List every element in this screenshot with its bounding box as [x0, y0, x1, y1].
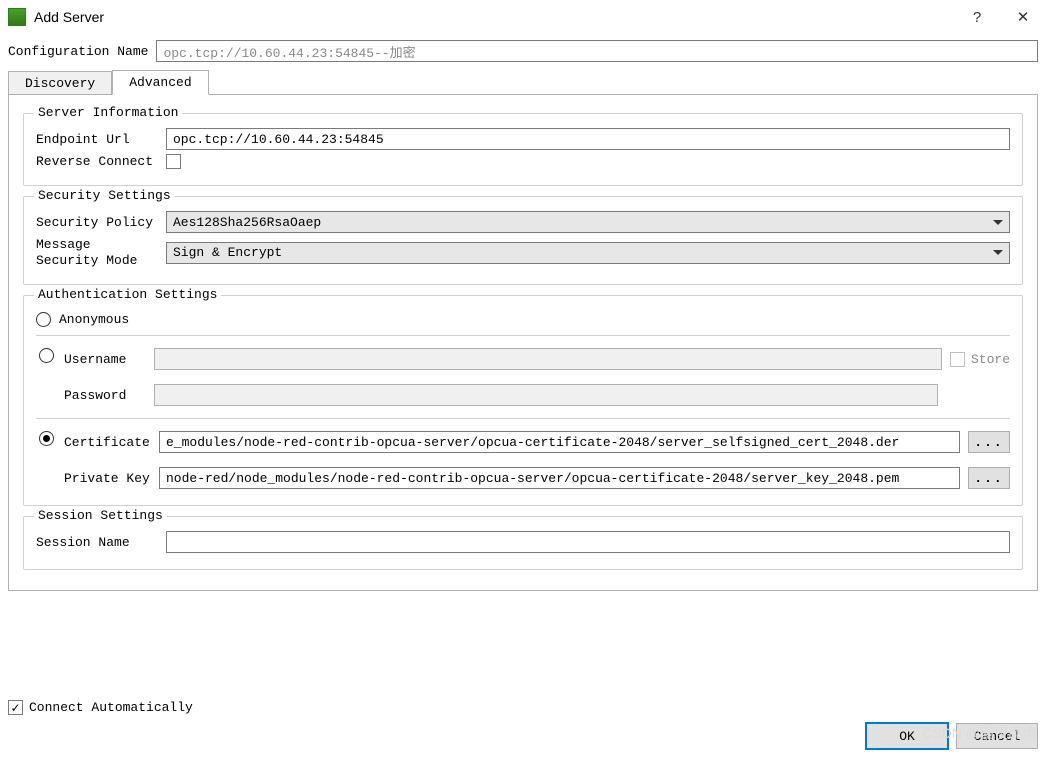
chevron-down-icon: [993, 250, 1003, 255]
auth-certificate-section: Certificate ... Private Key ...: [36, 427, 1010, 493]
auth-certificate-radio[interactable]: [39, 431, 54, 446]
group-server-information-title: Server Information: [34, 105, 182, 120]
session-name-label: Session Name: [36, 535, 166, 550]
security-mode-label: Message Security Mode: [36, 237, 166, 268]
certificate-label: Certificate: [64, 435, 159, 450]
password-input[interactable]: [154, 384, 938, 406]
separator: [36, 418, 1010, 419]
tabs: Discovery Advanced: [0, 70, 1046, 95]
connect-automatically-row[interactable]: Connect Automatically: [8, 700, 1038, 715]
endpoint-url-input[interactable]: [166, 128, 1010, 150]
group-authentication-settings: Authentication Settings Anonymous Userna…: [23, 295, 1023, 506]
tab-advanced[interactable]: Advanced: [112, 70, 208, 95]
tab-pane-advanced: Server Information Endpoint Url Reverse …: [8, 94, 1038, 591]
auth-anonymous-row[interactable]: Anonymous: [36, 312, 1010, 327]
store-checkbox[interactable]: [950, 352, 965, 367]
group-server-information: Server Information Endpoint Url Reverse …: [23, 113, 1023, 186]
configuration-name-row: Configuration Name: [0, 34, 1046, 70]
auth-username-radio[interactable]: [39, 348, 54, 363]
password-label: Password: [64, 388, 154, 403]
security-policy-value: Aes128Sha256RsaOaep: [173, 215, 987, 230]
group-session-settings: Session Settings Session Name: [23, 516, 1023, 570]
reverse-connect-checkbox[interactable]: [166, 154, 181, 169]
separator: [36, 335, 1010, 336]
security-mode-combo[interactable]: Sign & Encrypt: [166, 242, 1010, 264]
dialog-button-row: OK Cancel: [8, 723, 1038, 749]
reverse-connect-label: Reverse Connect: [36, 154, 166, 169]
titlebar-buttons: ? ✕: [954, 0, 1046, 34]
username-input[interactable]: [154, 348, 942, 370]
close-button[interactable]: ✕: [1000, 0, 1046, 34]
auth-anonymous-radio[interactable]: [36, 312, 51, 327]
session-name-input[interactable]: [166, 531, 1010, 553]
configuration-name-input[interactable]: [156, 40, 1038, 62]
security-policy-label: Security Policy: [36, 215, 166, 230]
tab-discovery[interactable]: Discovery: [8, 71, 112, 95]
connect-automatically-checkbox[interactable]: [8, 700, 23, 715]
certificate-browse-button[interactable]: ...: [968, 431, 1010, 453]
store-checkbox-row: Store: [950, 352, 1010, 367]
certificate-input[interactable]: [159, 431, 960, 453]
bottom-bar: Connect Automatically OK Cancel: [0, 692, 1046, 761]
endpoint-url-label: Endpoint Url: [36, 132, 166, 147]
configuration-name-label: Configuration Name: [8, 44, 148, 59]
chevron-down-icon: [993, 220, 1003, 225]
ok-button[interactable]: OK: [866, 723, 948, 749]
store-label: Store: [971, 352, 1010, 367]
connect-automatically-label: Connect Automatically: [29, 700, 193, 715]
group-authentication-settings-title: Authentication Settings: [34, 287, 221, 302]
cancel-button[interactable]: Cancel: [956, 723, 1038, 749]
group-security-settings-title: Security Settings: [34, 188, 175, 203]
auth-anonymous-label: Anonymous: [59, 312, 129, 327]
group-session-settings-title: Session Settings: [34, 508, 167, 523]
auth-username-section: Username Store Password: [36, 344, 1010, 410]
private-key-browse-button[interactable]: ...: [968, 467, 1010, 489]
help-button[interactable]: ?: [954, 0, 1000, 34]
security-mode-value: Sign & Encrypt: [173, 245, 987, 260]
security-policy-combo[interactable]: Aes128Sha256RsaOaep: [166, 211, 1010, 233]
window-title: Add Server: [34, 9, 954, 25]
private-key-label: Private Key: [64, 471, 159, 486]
app-icon: [8, 8, 26, 26]
group-security-settings: Security Settings Security Policy Aes128…: [23, 196, 1023, 285]
private-key-input[interactable]: [159, 467, 960, 489]
username-label: Username: [64, 352, 154, 367]
titlebar: Add Server ? ✕: [0, 0, 1046, 34]
